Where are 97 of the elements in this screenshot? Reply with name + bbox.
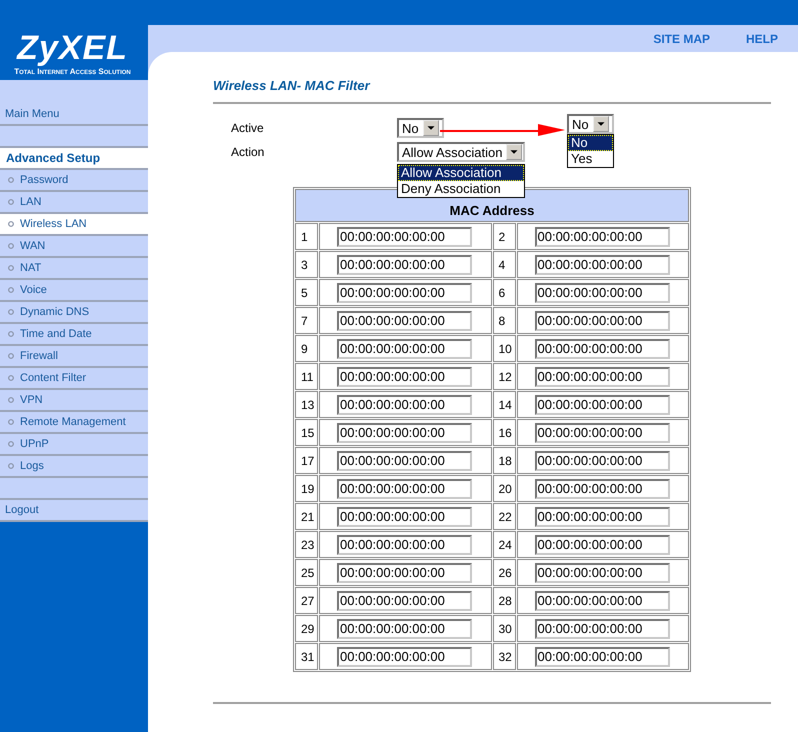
mac-address-field[interactable]: 00:00:00:00:00:00 [534, 338, 670, 358]
dropdown-caret-icon [592, 116, 609, 132]
mac-address-field[interactable]: 00:00:00:00:00:00 [337, 450, 472, 470]
mac-address-field[interactable]: 00:00:00:00:00:00 [337, 534, 472, 554]
row-number: 20 [492, 475, 516, 502]
mac-address-field[interactable]: 00:00:00:00:00:00 [534, 534, 670, 554]
mac-address-field[interactable]: 00:00:00:00:00:00 [534, 394, 670, 414]
mac-address-field[interactable]: 00:00:00:00:00:00 [534, 310, 670, 330]
dropdown-caret-icon [506, 144, 522, 160]
mac-address-field[interactable]: 00:00:00:00:00:00 [337, 366, 472, 386]
mac-address-field[interactable]: 00:00:00:00:00:00 [337, 646, 472, 666]
page-title: Wireless LAN- MAC Filter [213, 78, 372, 95]
row-number: 5 [295, 279, 318, 306]
row-number: 14 [492, 391, 516, 418]
sidebar-link[interactable]: Logout [5, 504, 39, 516]
header-link[interactable]: SITE MAP [653, 32, 710, 46]
row-number: 31 [295, 643, 318, 670]
mac-address-field[interactable]: 00:00:00:00:00:00 [534, 562, 670, 582]
sidebar-item[interactable]: Wireless LAN [0, 214, 148, 236]
mac-address-field[interactable]: 00:00:00:00:00:00 [337, 562, 472, 582]
select-field[interactable]: No [397, 118, 444, 138]
row-number: 10 [492, 335, 516, 362]
row-number: 28 [492, 587, 516, 614]
bullet-icon [8, 419, 14, 425]
row-number: 25 [295, 559, 318, 586]
bullet-icon [8, 353, 14, 359]
row-number: 3 [295, 251, 318, 278]
row-number: 30 [492, 615, 516, 642]
row-number: 21 [295, 503, 318, 530]
row-number: 15 [295, 419, 318, 446]
row-number: 32 [492, 643, 516, 670]
bullet-icon [8, 463, 14, 469]
mac-address-field[interactable]: 00:00:00:00:00:00 [534, 646, 670, 666]
bullet-icon [8, 441, 14, 447]
row-number: 16 [492, 419, 516, 446]
row-number: 12 [492, 363, 516, 390]
mac-address-field[interactable]: 00:00:00:00:00:00 [534, 506, 670, 526]
mac-address-field[interactable]: 00:00:00:00:00:00 [337, 506, 472, 526]
dropdown-caret-icon [422, 120, 439, 136]
field-label: Action [230, 145, 266, 159]
mac-address-field[interactable]: 00:00:00:00:00:00 [534, 282, 670, 302]
bullet-icon [8, 221, 14, 227]
row-number: 8 [492, 307, 516, 334]
row-number: 13 [295, 391, 318, 418]
row-number: 2 [492, 223, 516, 250]
row-number: 11 [295, 363, 318, 390]
row-number: 23 [295, 531, 318, 558]
mac-address-field[interactable]: 00:00:00:00:00:00 [534, 618, 670, 638]
mac-address-field[interactable]: 00:00:00:00:00:00 [534, 422, 670, 442]
row-number: 18 [492, 447, 516, 474]
select-field[interactable]: No [567, 114, 614, 134]
bullet-icon [8, 331, 14, 337]
bullet-icon [8, 243, 14, 249]
row-number: 17 [295, 447, 318, 474]
mac-address-field[interactable]: 00:00:00:00:00:00 [534, 590, 670, 610]
mac-address-field[interactable]: 00:00:00:00:00:00 [337, 590, 472, 610]
header-link[interactable]: HELP [746, 32, 778, 46]
mac-address-field[interactable]: 00:00:00:00:00:00 [337, 282, 472, 302]
bullet-icon [8, 265, 14, 271]
select-field[interactable]: Allow Association [397, 142, 525, 162]
dropdown-option[interactable]: Yes [568, 151, 613, 167]
row-number: 26 [492, 559, 516, 586]
dropdown-option[interactable]: Allow Association [398, 165, 524, 181]
row-number: 6 [492, 279, 516, 306]
mac-address-field[interactable]: 00:00:00:00:00:00 [337, 338, 472, 358]
bullet-icon [8, 287, 14, 293]
row-number: 19 [295, 475, 318, 502]
row-number: 24 [492, 531, 516, 558]
mac-address-field[interactable]: 00:00:00:00:00:00 [534, 450, 670, 470]
mac-address-field[interactable]: 00:00:00:00:00:00 [534, 226, 670, 246]
mac-address-field[interactable]: 00:00:00:00:00:00 [534, 366, 670, 386]
row-number: 27 [295, 587, 318, 614]
mac-address-field[interactable]: 00:00:00:00:00:00 [337, 254, 472, 274]
dropdown-option[interactable]: No [568, 135, 613, 151]
mac-address-field[interactable]: 00:00:00:00:00:00 [534, 478, 670, 498]
mac-address-field[interactable]: 00:00:00:00:00:00 [337, 618, 472, 638]
bullet-icon [8, 177, 14, 183]
dropdown-option[interactable]: Deny Association [398, 181, 524, 197]
mac-address-field[interactable]: 00:00:00:00:00:00 [534, 254, 670, 274]
row-number: 9 [295, 335, 318, 362]
row-number: 4 [492, 251, 516, 278]
row-number: 22 [492, 503, 516, 530]
bullet-icon [8, 199, 14, 205]
mac-address-field[interactable]: 00:00:00:00:00:00 [337, 478, 472, 498]
row-number: 29 [295, 615, 318, 642]
bullet-icon [8, 309, 14, 315]
mac-address-field[interactable]: 00:00:00:00:00:00 [337, 394, 472, 414]
mac-address-field[interactable]: 00:00:00:00:00:00 [337, 310, 472, 330]
mac-address-field[interactable]: 00:00:00:00:00:00 [337, 226, 472, 246]
field-label: Active [230, 121, 265, 135]
mac-address-field[interactable]: 00:00:00:00:00:00 [337, 422, 472, 442]
row-number: 1 [295, 223, 318, 250]
row-number: 7 [295, 307, 318, 334]
bullet-icon [8, 375, 14, 381]
sidebar-heading: Advanced Setup [0, 148, 148, 170]
sidebar-link[interactable]: Main Menu [5, 108, 60, 120]
bullet-icon [8, 397, 14, 403]
